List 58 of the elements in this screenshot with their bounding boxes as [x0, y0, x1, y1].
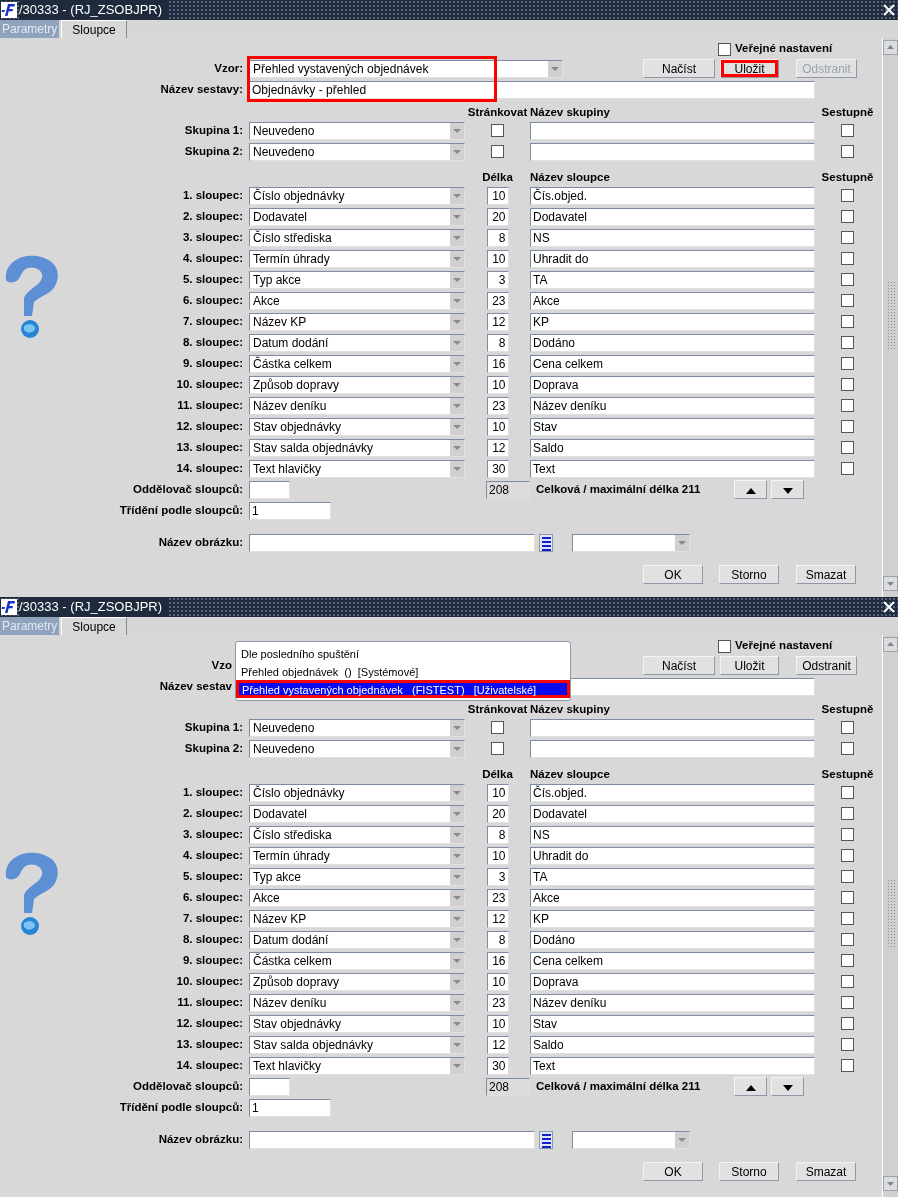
field-label: Název obrázku:: [157, 534, 244, 550]
column-header: Sestupně: [820, 169, 875, 185]
field-label: 10. sloupec:: [175, 376, 244, 392]
column-header: Název skupiny: [530, 701, 611, 717]
field-label: 12. sloupec:: [175, 418, 244, 434]
field-label: 8. sloupec:: [181, 931, 244, 947]
field-label: 9. sloupec:: [181, 355, 244, 371]
field-label: Název obrázku:: [157, 1131, 244, 1147]
checkbox-label: Veřejné nastavení: [735, 41, 833, 57]
field-label: 11. sloupec:: [176, 397, 244, 413]
column-header: Délka: [481, 169, 514, 185]
field-label: 14. sloupec:: [175, 460, 244, 476]
window-title: /30333 - (RJ_ZSOBJPR): [19, 597, 169, 617]
field-label: Oddělovač sloupců:: [132, 1078, 244, 1094]
field-label: 10. sloupec:: [175, 973, 244, 989]
field-label: 9. sloupec:: [181, 952, 244, 968]
field-label: Oddělovač sloupců:: [132, 481, 244, 497]
window-title: /30333 - (RJ_ZSOBJPR): [19, 0, 169, 20]
field-label: 7. sloupec:: [181, 910, 244, 926]
field-label: 3. sloupec:: [181, 826, 244, 842]
field-label: 5. sloupec:: [181, 868, 244, 884]
field-label: 14. sloupec:: [175, 1057, 244, 1073]
total-length-label: Celková / maximální délka 211: [536, 481, 702, 497]
column-header: Sestupně: [820, 766, 875, 782]
field-label: 7. sloupec:: [181, 313, 244, 329]
column-header: Název sloupce: [530, 169, 611, 185]
column-header: Stránkovat: [466, 104, 529, 120]
total-length-label: Celková / maximální délka 211: [536, 1078, 702, 1094]
column-header: Sestupně: [820, 104, 875, 120]
field-label: 12. sloupec:: [175, 1015, 244, 1031]
column-header: Stránkovat: [466, 701, 529, 717]
column-header: Název skupiny: [530, 104, 611, 120]
field-label: Skupina 2:: [183, 740, 244, 756]
column-header: Název sloupce: [530, 766, 611, 782]
column-header: Délka: [481, 766, 514, 782]
field-label: 2. sloupec:: [181, 208, 244, 224]
field-label: 13. sloupec:: [175, 439, 244, 455]
field-label: 1. sloupec:: [181, 187, 244, 203]
field-label: Skupina 1:: [183, 122, 244, 138]
field-label: 1. sloupec:: [181, 784, 244, 800]
field-label: Název sestavy:: [159, 81, 244, 97]
field-label: 6. sloupec:: [181, 292, 244, 308]
field-label: 6. sloupec:: [181, 889, 244, 905]
field-label: 13. sloupec:: [175, 1036, 244, 1052]
field-label: 5. sloupec:: [181, 271, 244, 287]
field-label: 2. sloupec:: [181, 805, 244, 821]
field-label: 4. sloupec:: [181, 847, 244, 863]
field-label: Skupina 1:: [183, 719, 244, 735]
field-label: Skupina 2:: [183, 143, 244, 159]
column-header: Sestupně: [820, 701, 875, 717]
field-label: 8. sloupec:: [181, 334, 244, 350]
field-label: Vzor:: [213, 60, 244, 76]
checkbox-label: Veřejné nastavení: [735, 638, 833, 654]
field-label: 3. sloupec:: [181, 229, 244, 245]
field-label: 4. sloupec:: [181, 250, 244, 266]
field-label: 11. sloupec:: [176, 994, 244, 1010]
field-label: Třídění podle sloupců:: [118, 502, 244, 518]
field-label: Třídění podle sloupců:: [118, 1099, 244, 1115]
